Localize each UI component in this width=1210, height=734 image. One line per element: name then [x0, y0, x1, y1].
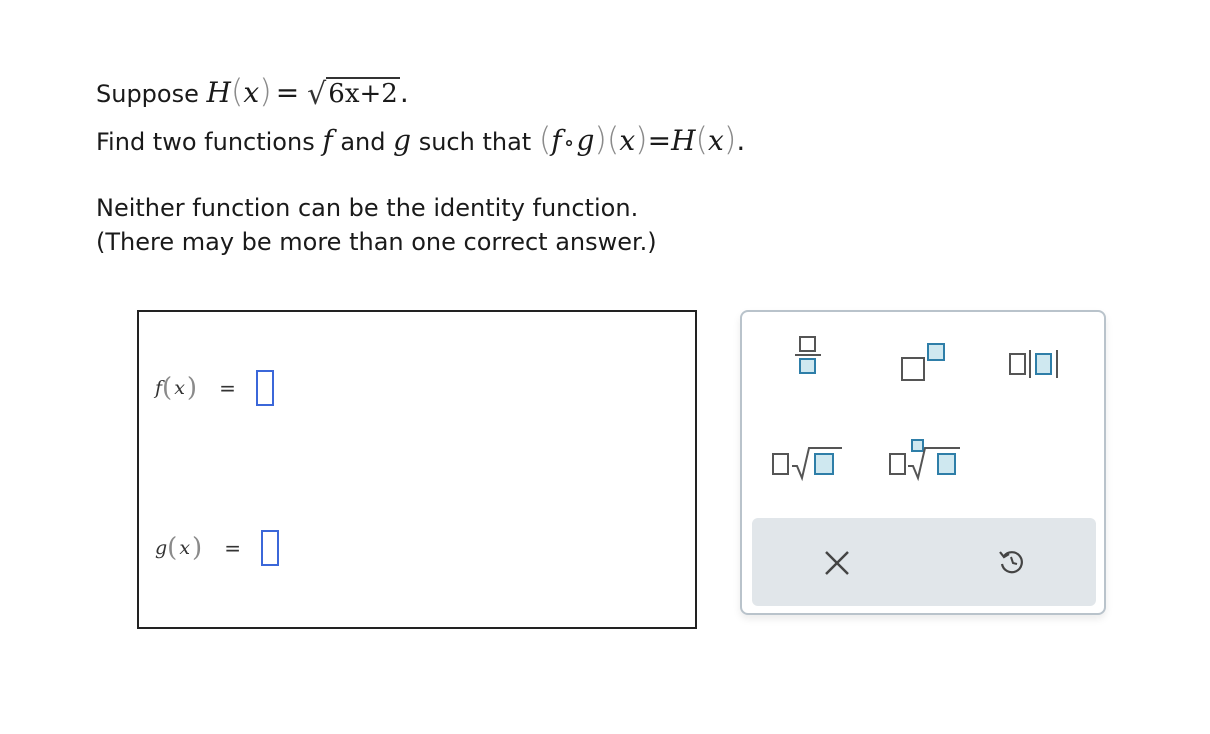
undo-icon: [999, 551, 1023, 574]
exponent-button[interactable]: [898, 340, 950, 390]
open-paren: (: [167, 533, 178, 563]
x-var: x: [708, 124, 724, 157]
exponent-icon: [901, 343, 945, 381]
H-name: H: [671, 124, 696, 157]
sqrt-button[interactable]: [770, 442, 846, 486]
sqrt-icon: [772, 447, 842, 482]
open-paren: (: [162, 373, 173, 403]
sqrt-expression: √6x+2: [307, 75, 400, 112]
g-label: g: [155, 537, 168, 559]
problem-line-1: Suppose H(x) = √6x+2.: [96, 72, 409, 112]
close-paren: ): [259, 72, 272, 110]
equals-sign: =: [219, 376, 236, 400]
open-paren: (: [606, 120, 620, 158]
g-name: g: [393, 124, 412, 157]
absolute-value-button[interactable]: [1008, 348, 1080, 384]
and-text: and: [332, 128, 394, 156]
f-input[interactable]: [255, 370, 274, 406]
clear-button[interactable]: [822, 548, 852, 582]
open-paren: (: [230, 72, 244, 110]
close-icon: [825, 551, 849, 575]
note-identity: Neither function can be the identity fun…: [96, 194, 639, 222]
g-name: g: [576, 124, 595, 157]
nth-root-button[interactable]: [888, 436, 964, 486]
equals-sign: =: [224, 536, 241, 560]
close-paren: ): [594, 120, 607, 158]
x-var: x: [179, 537, 191, 559]
suppose-text: Suppose: [96, 80, 207, 108]
palette-action-bar: [752, 518, 1096, 606]
f-name: f: [322, 124, 333, 157]
open-paren: (: [695, 120, 709, 158]
such-that-text: such that: [411, 128, 539, 156]
math-palette: [740, 310, 1106, 615]
close-paren: ): [635, 120, 648, 158]
absolute-value-icon: [1009, 350, 1058, 378]
radicand: 6x+2: [326, 77, 400, 109]
fraction-icon: [795, 336, 821, 374]
close-paren: ): [192, 533, 203, 563]
f-name: f: [551, 124, 562, 157]
close-paren: ): [723, 120, 737, 158]
note-multiple-answers: (There may be more than one correct answ…: [96, 228, 657, 256]
compose-op: ∘: [563, 131, 575, 156]
equals-sign: =: [275, 76, 300, 109]
x-var: x: [243, 76, 260, 109]
period: .: [399, 76, 409, 109]
equals-sign: =: [647, 124, 672, 157]
f-label: f: [155, 377, 163, 399]
g-input[interactable]: [260, 530, 279, 566]
undo-button[interactable]: [996, 546, 1028, 582]
x-var: x: [619, 124, 636, 157]
fraction-button[interactable]: [792, 334, 824, 378]
x-var: x: [174, 377, 185, 399]
radical-sign: √: [307, 77, 327, 112]
g-answer-row: g (x) =: [155, 530, 279, 566]
problem-line-2: Find two functions f and g such that (f∘…: [96, 120, 745, 158]
H-name: H: [206, 76, 231, 109]
answer-box: f (x) = g (x) =: [137, 310, 697, 629]
close-paren: ): [186, 373, 198, 403]
open-paren: (: [538, 120, 552, 158]
find-text: Find two functions: [96, 128, 323, 156]
nth-root-icon: [889, 439, 960, 482]
period: .: [736, 124, 746, 157]
f-answer-row: f (x) =: [155, 370, 274, 406]
